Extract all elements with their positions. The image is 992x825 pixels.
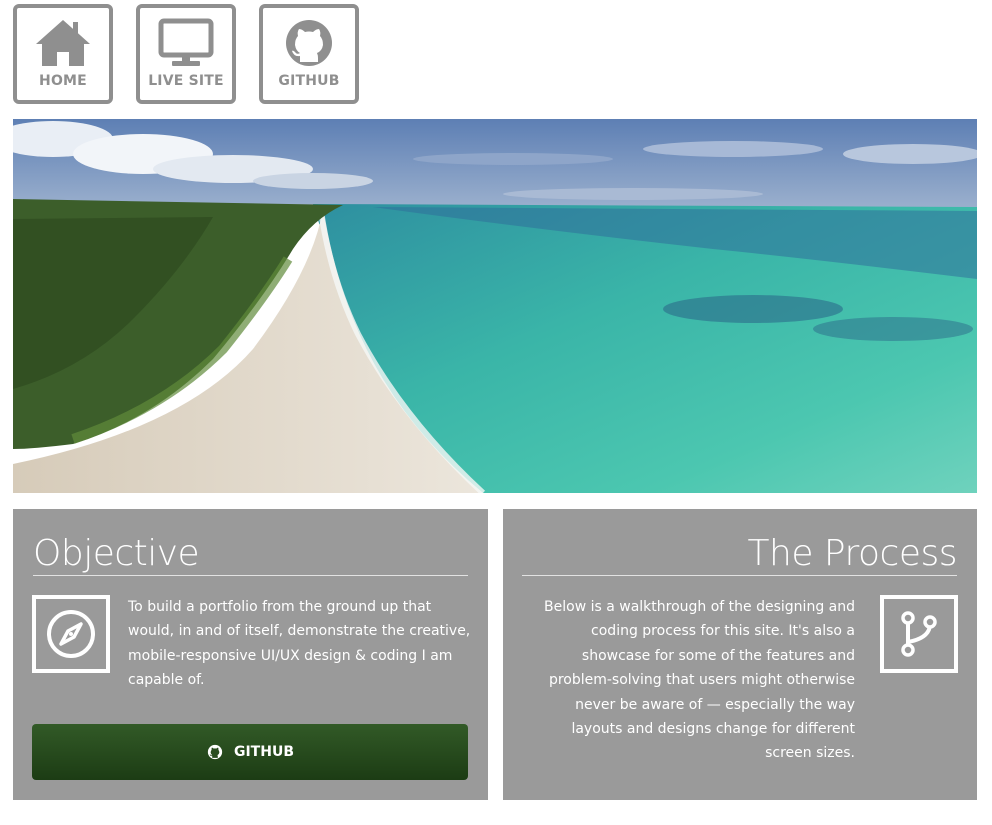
monitor-icon: [158, 18, 214, 66]
objective-panel: Objective To build a portfolio from the …: [13, 509, 488, 800]
compass-icon: [47, 610, 95, 658]
live-site-label: LIVE SITE: [148, 73, 224, 89]
process-panel: The Process Below is a walkthrough of th…: [503, 509, 977, 800]
github-nav-button[interactable]: GITHUB: [259, 4, 359, 104]
home-icon: [36, 20, 90, 66]
git-branch-icon: [901, 611, 937, 657]
hero-image: [13, 119, 977, 493]
objective-title: Objective: [33, 533, 200, 574]
objective-divider: [33, 575, 468, 576]
github-icon: [207, 744, 223, 760]
process-text: Below is a walkthrough of the designing …: [544, 599, 855, 762]
process-title: The Process: [747, 533, 958, 574]
home-label: HOME: [39, 73, 87, 89]
objective-text: To build a portfolio from the ground up …: [128, 599, 471, 689]
live-site-button[interactable]: LIVE SITE: [136, 4, 236, 104]
top-nav: HOME LIVE SITE GITHUB: [13, 4, 359, 104]
github-icon: [286, 20, 332, 66]
github-button[interactable]: GITHUB: [32, 724, 468, 780]
github-nav-label: GITHUB: [278, 73, 340, 89]
git-branch-icon-box: [880, 595, 958, 673]
github-button-label: GITHUB: [233, 744, 294, 760]
compass-icon-box: [32, 595, 110, 673]
aerial-beach-photo: [13, 119, 977, 493]
home-button[interactable]: HOME: [13, 4, 113, 104]
process-divider: [522, 575, 957, 576]
